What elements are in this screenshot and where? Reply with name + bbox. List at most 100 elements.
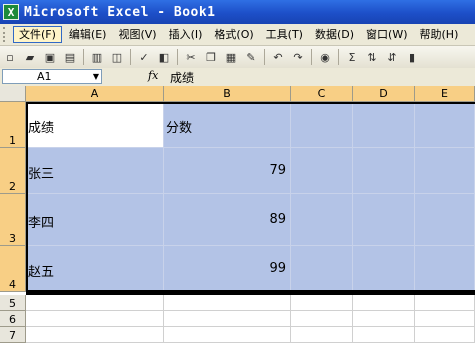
cell-b3[interactable]: 89 [164, 194, 291, 246]
menu-tools[interactable]: 工具(T) [261, 26, 308, 43]
cell-d6[interactable] [353, 311, 415, 327]
name-box[interactable]: A1 ▼ [2, 69, 102, 84]
cell-value: 79 [269, 163, 286, 178]
cell-value: 赵五 [28, 265, 55, 280]
cell-a4[interactable]: 赵五 [26, 246, 164, 292]
cell-b7[interactable] [164, 327, 291, 343]
menu-data[interactable]: 数据(D) [310, 26, 359, 43]
cell-c6[interactable] [291, 311, 353, 327]
cell-c7[interactable] [291, 327, 353, 343]
research-icon[interactable]: ◧ [156, 49, 172, 65]
row-header-1[interactable]: 1 [0, 102, 26, 148]
redo-icon[interactable]: ↷ [290, 49, 306, 65]
row-header-2[interactable]: 2 [0, 148, 26, 194]
row-number: 3 [9, 232, 16, 245]
format-painter-icon[interactable]: ✎ [243, 49, 259, 65]
menu-help[interactable]: 帮助(H) [415, 26, 464, 43]
cell-b2[interactable]: 79 [164, 148, 291, 194]
excel-app-icon[interactable]: X [3, 4, 19, 20]
autosum-icon[interactable]: Σ [344, 49, 360, 65]
new-icon[interactable]: ▫ [2, 49, 18, 65]
cell-e2[interactable] [415, 148, 475, 194]
cell-c5[interactable] [291, 295, 353, 311]
cell-c4[interactable] [291, 246, 353, 292]
chart-wizard-icon[interactable]: ▮ [404, 49, 420, 65]
row-number: 4 [9, 278, 16, 291]
title-bar: X Microsoft Excel - Book1 [0, 0, 475, 24]
fx-icon[interactable]: fx [148, 69, 158, 82]
cell-e1[interactable] [415, 102, 475, 148]
cell-value: 99 [269, 261, 286, 276]
cell-e3[interactable] [415, 194, 475, 246]
open-icon[interactable]: ▰ [22, 49, 38, 65]
cell-d1[interactable] [353, 102, 415, 148]
cut-icon[interactable]: ✂ [183, 49, 199, 65]
formula-value[interactable]: 成绩 [170, 69, 194, 86]
cell-d2[interactable] [353, 148, 415, 194]
window-title: Microsoft Excel - Book1 [24, 4, 216, 20]
cell-value: 成绩 [28, 121, 55, 136]
toolbar-separator [130, 49, 131, 65]
cell-b4[interactable]: 99 [164, 246, 291, 292]
toolbar-separator [177, 49, 178, 65]
cell-a6[interactable] [26, 311, 164, 327]
undo-icon[interactable]: ↶ [270, 49, 286, 65]
cell-d4[interactable] [353, 246, 415, 292]
row-header-4[interactable]: 4 [0, 246, 26, 292]
menu-edit[interactable]: 编辑(E) [64, 26, 112, 43]
menu-format[interactable]: 格式(O) [209, 26, 258, 43]
row-header-6[interactable]: 6 [0, 311, 26, 327]
cell-a3[interactable]: 李四 [26, 194, 164, 246]
cell-a5[interactable] [26, 295, 164, 311]
copy-icon[interactable]: ❐ [203, 49, 219, 65]
column-header-b[interactable]: B [164, 86, 291, 102]
column-header-a[interactable]: A [26, 86, 164, 102]
row-number: 6 [9, 313, 16, 326]
hyperlink-icon[interactable]: ◉ [317, 49, 333, 65]
cell-d5[interactable] [353, 295, 415, 311]
cell-e6[interactable] [415, 311, 475, 327]
column-header-c[interactable]: C [291, 86, 353, 102]
toolbar-separator [264, 49, 265, 65]
menu-insert[interactable]: 插入(I) [164, 26, 208, 43]
cell-c2[interactable] [291, 148, 353, 194]
menu-window[interactable]: 窗口(W) [361, 26, 412, 43]
row-number: 7 [9, 329, 16, 342]
name-box-value: A1 [37, 70, 52, 83]
cell-b6[interactable] [164, 311, 291, 327]
row-header-7[interactable]: 7 [0, 327, 26, 343]
cell-b5[interactable] [164, 295, 291, 311]
cell-e5[interactable] [415, 295, 475, 311]
cell-value: 89 [269, 212, 286, 227]
select-all-corner[interactable] [0, 86, 26, 102]
save-icon[interactable]: ▣ [42, 49, 58, 65]
sort-descending-icon[interactable]: ⇵ [384, 49, 400, 65]
cell-d3[interactable] [353, 194, 415, 246]
cell-c1[interactable] [291, 102, 353, 148]
spelling-icon[interactable]: ✓ [136, 49, 152, 65]
print-preview-icon[interactable]: ◫ [109, 49, 125, 65]
chevron-down-icon[interactable]: ▼ [93, 70, 99, 83]
toolbar-separator [83, 49, 84, 65]
paste-icon[interactable]: ▦ [223, 49, 239, 65]
menu-file[interactable]: 文件(F) [13, 26, 62, 43]
print-icon[interactable]: ▥ [89, 49, 105, 65]
cell-e4[interactable] [415, 246, 475, 292]
cell-a7[interactable] [26, 327, 164, 343]
row-header-3[interactable]: 3 [0, 194, 26, 246]
cell-c3[interactable] [291, 194, 353, 246]
sort-ascending-icon[interactable]: ⇅ [364, 49, 380, 65]
cell-a1[interactable]: 成绩 [26, 102, 164, 148]
cell-e7[interactable] [415, 327, 475, 343]
standard-toolbar: ▫ ▰ ▣ ▤ ▥ ◫ ✓ ◧ ✂ ❐ ▦ ✎ ↶ ↷ ◉ Σ ⇅ ⇵ ▮ [0, 46, 475, 69]
cell-a2[interactable]: 张三 [26, 148, 164, 194]
cell-d7[interactable] [353, 327, 415, 343]
row-header-5[interactable]: 5 [0, 295, 26, 311]
menu-view[interactable]: 视图(V) [113, 26, 161, 43]
permission-icon[interactable]: ▤ [62, 49, 78, 65]
column-header-e[interactable]: E [415, 86, 475, 102]
formula-bar: A1 ▼ fx 成绩 [0, 68, 475, 87]
menu-grip-handle[interactable] [3, 27, 13, 42]
cell-b1[interactable]: 分数 [164, 102, 291, 148]
column-header-d[interactable]: D [353, 86, 415, 102]
